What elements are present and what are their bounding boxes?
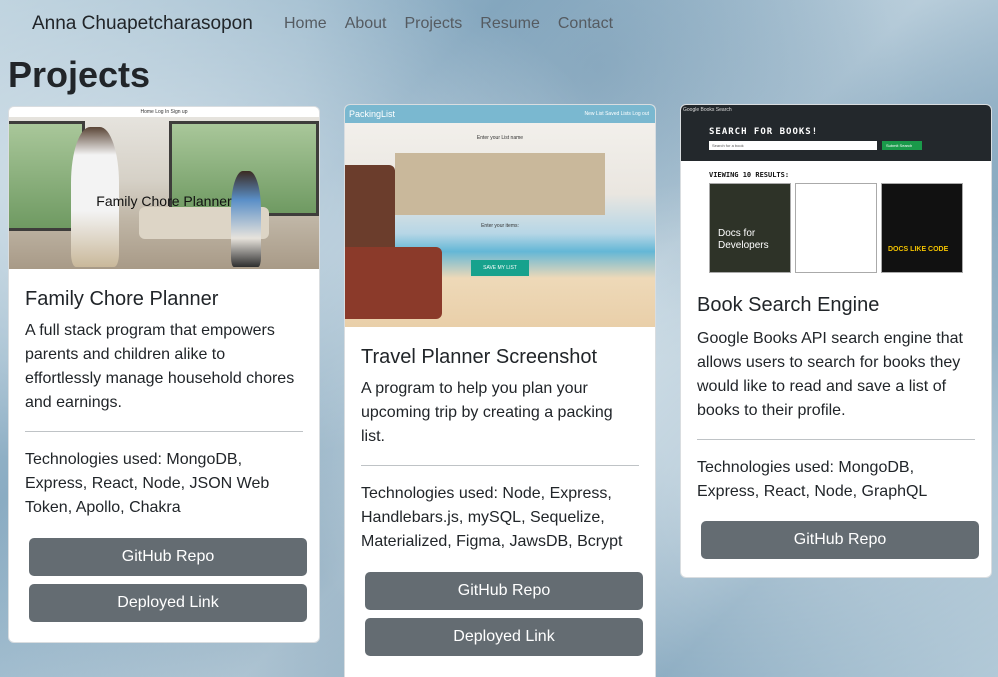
screenshot-book-1-title: Docs for Developers — [718, 228, 769, 251]
card-divider — [697, 439, 975, 440]
screenshot-results: VIEWING 10 RESULTS: — [709, 171, 790, 179]
project-card-travel-planner: PackingList New List Saved Lists Log out… — [344, 104, 656, 677]
screenshot-search-placeholder: Search for a book — [712, 143, 744, 148]
screenshot-search-button-label: Submit Search — [886, 143, 913, 148]
screenshot-suitcase — [345, 247, 442, 319]
page-title: Projects — [8, 54, 151, 95]
nav-link-contact[interactable]: Contact — [558, 15, 613, 33]
nav-link-resume[interactable]: Resume — [480, 15, 540, 33]
deployed-link-button[interactable]: Deployed Link — [29, 584, 307, 622]
deployed-link-button[interactable]: Deployed Link — [365, 618, 643, 656]
screenshot-prompt: Enter your List name — [476, 135, 524, 141]
card-divider — [361, 465, 639, 466]
screenshot-brand: PackingList — [349, 109, 396, 119]
project-screenshot: Home Log In Sign up Family Chore Planner — [9, 107, 319, 269]
card-body: Book Search Engine Google Books API sear… — [681, 293, 991, 504]
card-description: A full stack program that empowers paren… — [25, 322, 295, 411]
screenshot-book-2 — [795, 183, 877, 273]
nav-link-projects[interactable]: Projects — [405, 15, 463, 33]
screenshot-suitcase — [345, 165, 395, 255]
project-screenshot: Google Books Search SEARCH FOR BOOKS! Se… — [681, 105, 991, 277]
screenshot-brand: Google Books Search — [683, 107, 732, 113]
screenshot-child — [231, 171, 261, 267]
project-card-chore-planner: Home Log In Sign up Family Chore Planner… — [8, 106, 320, 643]
screenshot-search-button: Submit Search — [882, 141, 922, 150]
card-body: Family Chore Planner A full stack progra… — [9, 287, 319, 520]
card-title: Family Chore Planner — [25, 288, 219, 310]
nav-link-home[interactable]: Home — [284, 15, 327, 33]
screenshot-nav: New List Saved Lists Log out — [584, 111, 649, 117]
card-technologies: Technologies used: MongoDB, Express, Rea… — [697, 459, 928, 500]
screenshot-flatlay — [395, 153, 605, 215]
card-description: A program to help you plan your upcoming… — [361, 380, 613, 445]
nav-links: Home About Projects Resume Contact — [284, 15, 631, 33]
brand-name[interactable]: Anna Chuapetcharasopon — [32, 13, 253, 35]
screenshot-overlay-title: Family Chore Planner — [96, 193, 232, 209]
card-title: Travel Planner Screenshot — [361, 346, 598, 368]
screenshot-book-3-title: DOCS LIKE CODE — [888, 246, 949, 253]
screenshot-save-button: SAVE MY LIST — [471, 260, 529, 276]
github-repo-button[interactable]: GitHub Repo — [29, 538, 307, 576]
screenshot-book-1: Docs for Developers — [709, 183, 791, 273]
card-divider — [25, 431, 303, 432]
screenshot-heading: SEARCH FOR BOOKS! — [709, 127, 819, 137]
card-description: Google Books API search engine that allo… — [697, 330, 963, 419]
navbar: Anna Chuapetcharasopon Home About Projec… — [0, 0, 998, 48]
github-repo-button[interactable]: GitHub Repo — [365, 572, 643, 610]
github-repo-button[interactable]: GitHub Repo — [701, 521, 979, 559]
screenshot-book-3: DOCS LIKE CODE — [881, 183, 963, 273]
card-title: Book Search Engine — [697, 294, 880, 316]
project-card-book-search: Google Books Search SEARCH FOR BOOKS! Se… — [680, 104, 992, 578]
screenshot-topbar: Home Log In Sign up — [9, 107, 319, 117]
screenshot-navbar: PackingList New List Saved Lists Log out — [345, 105, 655, 123]
card-technologies: Technologies used: Node, Express, Handle… — [361, 485, 623, 550]
card-technologies: Technologies used: MongoDB, Express, Rea… — [25, 451, 270, 516]
nav-link-about[interactable]: About — [345, 15, 387, 33]
project-screenshot: PackingList New List Saved Lists Log out… — [345, 105, 655, 327]
card-body: Travel Planner Screenshot A program to h… — [345, 345, 655, 554]
screenshot-search-input: Search for a book — [709, 141, 877, 150]
